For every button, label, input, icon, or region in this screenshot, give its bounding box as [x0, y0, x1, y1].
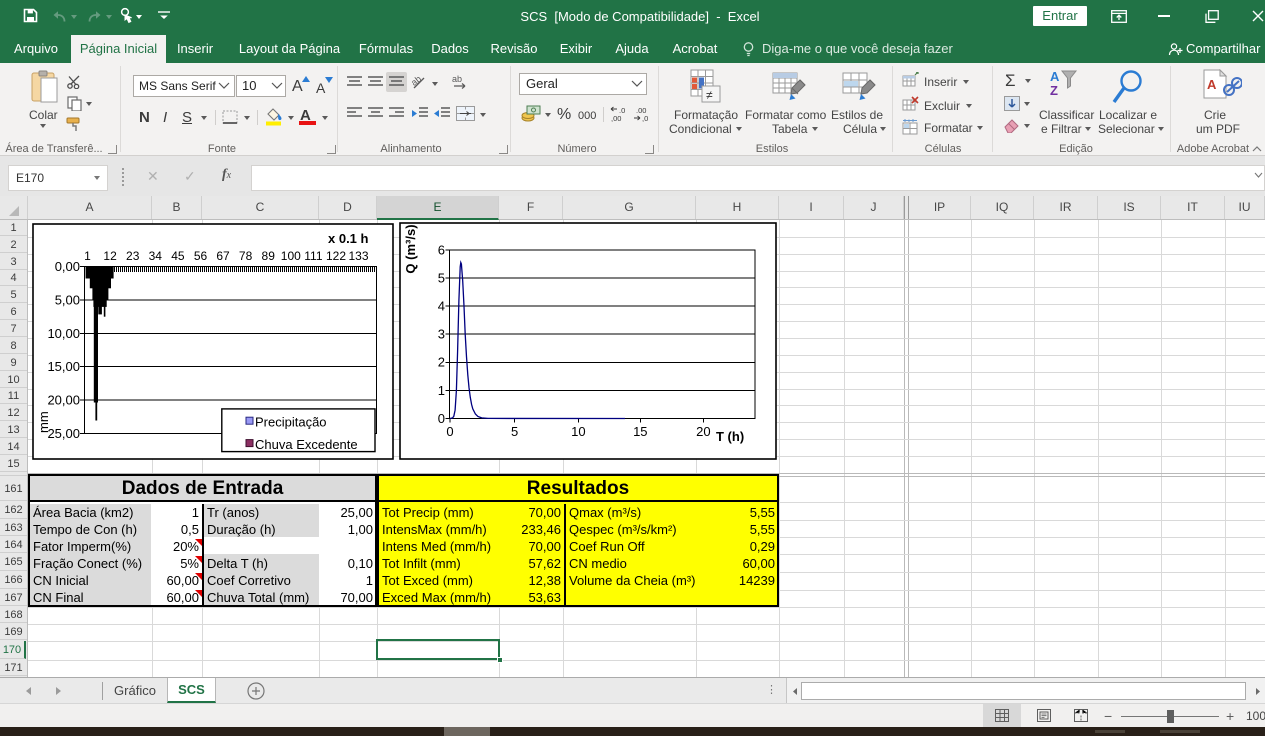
svg-text:ab: ab	[412, 74, 423, 88]
svg-text:45: 45	[171, 249, 185, 263]
svg-text:,0: ,0	[642, 114, 648, 122]
svg-text:0,00: 0,00	[55, 259, 80, 274]
svg-text:122: 122	[326, 249, 346, 263]
svg-text:mm: mm	[36, 411, 51, 433]
svg-text:4: 4	[438, 299, 445, 314]
svg-text:Z: Z	[1050, 83, 1058, 98]
svg-text:0: 0	[446, 424, 453, 439]
svg-text:15: 15	[633, 424, 647, 439]
svg-text:,00: ,00	[611, 114, 621, 122]
svg-text:25,00: 25,00	[47, 426, 80, 441]
svg-text:A: A	[1050, 69, 1060, 84]
svg-text:Chuva Excedente: Chuva Excedente	[255, 437, 358, 452]
svg-text:5: 5	[438, 270, 445, 285]
svg-text:12: 12	[103, 249, 117, 263]
svg-text:Q (m³/s): Q (m³/s)	[403, 224, 418, 273]
svg-text:A: A	[1207, 77, 1217, 92]
svg-text:133: 133	[348, 249, 368, 263]
svg-text:3: 3	[438, 327, 445, 342]
svg-text:20: 20	[696, 424, 710, 439]
svg-text:56: 56	[194, 249, 208, 263]
svg-text:111: 111	[304, 249, 323, 263]
svg-text:89: 89	[262, 249, 276, 263]
svg-text:5,00: 5,00	[55, 292, 80, 307]
svg-text:x 0.1 h: x 0.1 h	[328, 231, 369, 246]
svg-text:10: 10	[571, 424, 585, 439]
svg-text:5: 5	[511, 424, 518, 439]
svg-text:0: 0	[438, 411, 445, 426]
svg-text:ab: ab	[452, 74, 462, 84]
svg-text:1: 1	[438, 383, 445, 398]
svg-text:1: 1	[84, 249, 91, 263]
svg-text:10,00: 10,00	[47, 326, 80, 341]
svg-text:100: 100	[281, 249, 301, 263]
svg-text:Precipitação: Precipitação	[255, 415, 327, 430]
svg-text:23: 23	[126, 249, 140, 263]
svg-text:20,00: 20,00	[47, 393, 80, 408]
svg-text:34: 34	[149, 249, 163, 263]
svg-text:67: 67	[216, 249, 230, 263]
svg-text:T (h): T (h)	[716, 429, 744, 444]
svg-text:2: 2	[438, 355, 445, 370]
svg-text:15,00: 15,00	[47, 359, 80, 374]
svg-text:≠: ≠	[706, 88, 713, 102]
svg-text:78: 78	[239, 249, 253, 263]
svg-text:6: 6	[438, 242, 445, 257]
